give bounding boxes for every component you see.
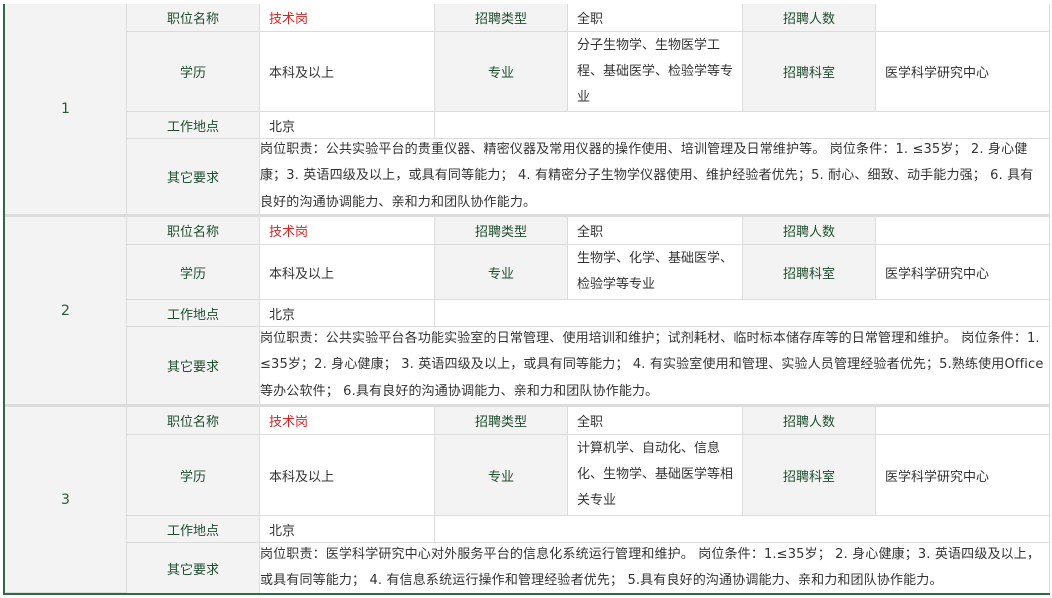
work-location-label: 工作地点 bbox=[127, 516, 260, 543]
major-label: 专业 bbox=[435, 245, 568, 300]
department-value: 医学科学研究中心 bbox=[876, 245, 1050, 300]
recruit-count-label: 招聘人数 bbox=[743, 217, 876, 245]
other-requirements-label: 其它要求 bbox=[127, 543, 260, 593]
other-requirements-label: 其它要求 bbox=[127, 327, 260, 405]
position-index: 1 bbox=[5, 4, 127, 215]
major-label: 专业 bbox=[435, 435, 568, 516]
position-index: 3 bbox=[5, 407, 127, 593]
position-name-value: 技术岗 bbox=[260, 4, 435, 32]
recruit-type-label: 招聘类型 bbox=[435, 217, 568, 245]
work-location-value: 北京 bbox=[260, 300, 435, 327]
work-location-value: 北京 bbox=[260, 516, 435, 543]
department-value: 医学科学研究中心 bbox=[876, 32, 1050, 112]
recruit-type-value: 全职 bbox=[568, 407, 743, 435]
other-requirements-value: 岗位职责：公共实验平台的贵重仪器、精密仪器及常用仪器的操作使用、培训管理及日常维… bbox=[260, 139, 1050, 215]
work-location-filler bbox=[435, 516, 1050, 543]
work-location-value: 北京 bbox=[260, 112, 435, 139]
education-label: 学历 bbox=[127, 32, 260, 112]
education-label: 学历 bbox=[127, 435, 260, 516]
recruit-count-label: 招聘人数 bbox=[743, 407, 876, 435]
other-requirements-label: 其它要求 bbox=[127, 139, 260, 215]
position-name-value: 技术岗 bbox=[260, 217, 435, 245]
major-label: 专业 bbox=[435, 32, 568, 112]
work-location-label: 工作地点 bbox=[127, 300, 260, 327]
recruit-type-value: 全职 bbox=[568, 4, 743, 32]
position-name-label: 职位名称 bbox=[127, 4, 260, 32]
position-block-1: 1 职位名称 技术岗 招聘类型 全职 招聘人数 学历 本科及以上 专业 分子生物… bbox=[5, 4, 1050, 217]
position-name-label: 职位名称 bbox=[127, 407, 260, 435]
department-label: 招聘科室 bbox=[743, 435, 876, 516]
recruitment-table: 1 职位名称 技术岗 招聘类型 全职 招聘人数 学历 本科及以上 专业 分子生物… bbox=[3, 4, 1050, 595]
recruit-type-label: 招聘类型 bbox=[435, 4, 568, 32]
other-requirements-value: 岗位职责：公共实验平台各功能实验室的日常管理、使用培训和维护；试剂耗材、临时标本… bbox=[260, 327, 1050, 405]
recruit-count-label: 招聘人数 bbox=[743, 4, 876, 32]
department-value: 医学科学研究中心 bbox=[876, 435, 1050, 516]
major-value: 生物学、化学、基础医学、检验学等专业 bbox=[568, 245, 743, 300]
recruit-count-value bbox=[876, 217, 1050, 245]
recruit-count-value bbox=[876, 4, 1050, 32]
education-value: 本科及以上 bbox=[260, 435, 435, 516]
department-label: 招聘科室 bbox=[743, 245, 876, 300]
major-value: 分子生物学、生物医学工程、基础医学、检验学等专业 bbox=[568, 32, 743, 112]
education-value: 本科及以上 bbox=[260, 32, 435, 112]
education-value: 本科及以上 bbox=[260, 245, 435, 300]
position-name-label: 职位名称 bbox=[127, 217, 260, 245]
recruit-count-value bbox=[876, 407, 1050, 435]
position-block-2: 2 职位名称 技术岗 招聘类型 全职 招聘人数 学历 本科及以上 专业 生物学、… bbox=[5, 217, 1050, 407]
recruit-type-label: 招聘类型 bbox=[435, 407, 568, 435]
other-requirements-value: 岗位职责：医学科学研究中心对外服务平台的信息化系统运行管理和维护。 岗位条件：1… bbox=[260, 543, 1050, 593]
position-block-3: 3 职位名称 技术岗 招聘类型 全职 招聘人数 学历 本科及以上 专业 计算机学… bbox=[5, 407, 1050, 593]
recruit-type-value: 全职 bbox=[568, 217, 743, 245]
work-location-filler bbox=[435, 300, 1050, 327]
department-label: 招聘科室 bbox=[743, 32, 876, 112]
education-label: 学历 bbox=[127, 245, 260, 300]
work-location-label: 工作地点 bbox=[127, 112, 260, 139]
position-index: 2 bbox=[5, 217, 127, 405]
major-value: 计算机学、自动化、信息化、生物学、基础医学等相关专业 bbox=[568, 435, 743, 516]
position-name-value: 技术岗 bbox=[260, 407, 435, 435]
work-location-filler bbox=[435, 112, 1050, 139]
